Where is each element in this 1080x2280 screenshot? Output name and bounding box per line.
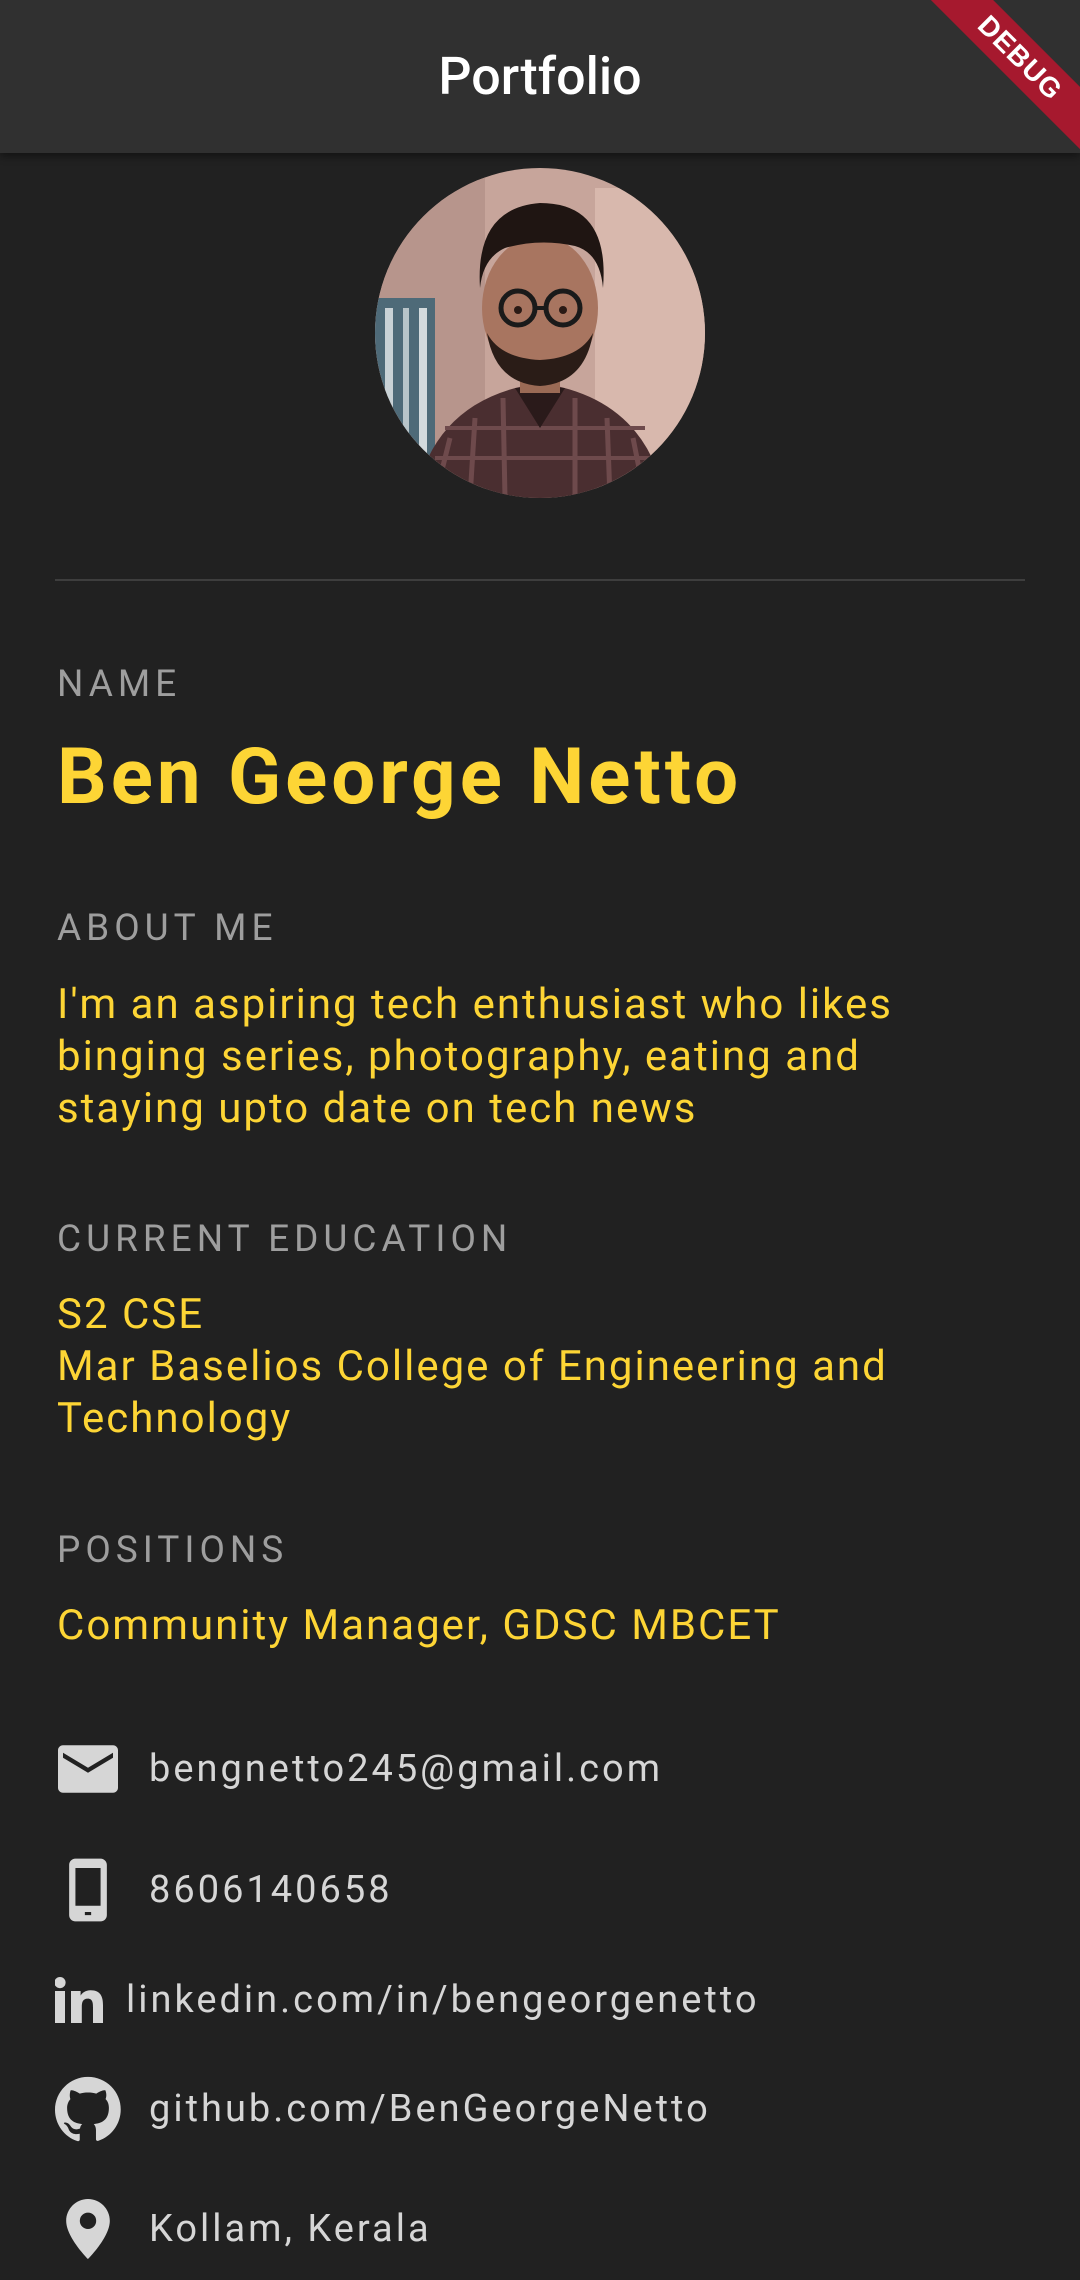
divider (55, 579, 1025, 581)
education-line-3: Technology (57, 1394, 293, 1443)
debug-banner: DEBUG (920, 0, 1080, 160)
education-line-2: Mar Baselios College of Engineering and (57, 1342, 888, 1391)
contact-location-text: Kollam, Kerala (149, 2207, 432, 2251)
email-icon (55, 1736, 121, 1802)
contact-linkedin[interactable]: linkedin.com/in/bengeorgenetto (55, 1967, 760, 2033)
about-me-line-1: I'm an aspiring tech enthusiast who like… (57, 980, 893, 1029)
contact-github[interactable]: github.com/BenGeorgeNetto (55, 2076, 711, 2142)
app-bar: Portfolio (0, 0, 1080, 153)
name-value: Ben George Netto (57, 732, 743, 823)
contact-location[interactable]: Kollam, Kerala (55, 2196, 432, 2262)
about-me-line-3: staying upto date on tech news (57, 1084, 698, 1133)
contact-email-text: bengnetto245@gmail.com (149, 1747, 664, 1791)
about-me-line-2: binging series, photography, eating and (57, 1032, 861, 1081)
contact-github-text: github.com/BenGeorgeNetto (149, 2087, 711, 2131)
github-icon (55, 2076, 121, 2142)
education-label: CURRENT EDUCATION (57, 1218, 513, 1261)
contact-phone-text: 8606140658 (149, 1868, 393, 1912)
name-label: NAME (57, 663, 182, 706)
contact-linkedin-text: linkedin.com/in/bengeorgenetto (126, 1978, 760, 2022)
debug-label: DEBUG (920, 0, 1080, 160)
about-me-label: ABOUT ME (57, 907, 278, 950)
linkedin-icon (55, 1967, 105, 2033)
phone-icon (55, 1857, 121, 1923)
profile-avatar (375, 168, 705, 498)
app-title: Portfolio (438, 46, 642, 107)
education-line-1: S2 CSE (57, 1290, 205, 1339)
contact-email[interactable]: bengnetto245@gmail.com (55, 1736, 663, 1802)
location-icon (55, 2196, 121, 2262)
positions-label: POSITIONS (57, 1529, 289, 1572)
positions-value: Community Manager, GDSC MBCET (57, 1601, 781, 1650)
contact-phone[interactable]: 8606140658 (55, 1857, 393, 1923)
